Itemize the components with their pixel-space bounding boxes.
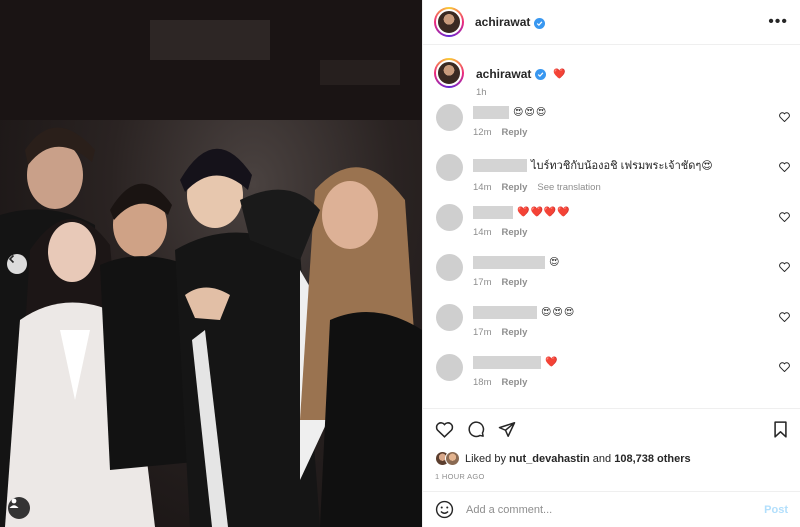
comment-like-heart-icon[interactable] [779,312,790,325]
commenter-avatar[interactable] [436,204,463,231]
redacted-username [473,158,527,172]
verified-badge-icon [535,68,547,80]
group-photo-image [0,0,422,527]
comment-like-heart-icon[interactable] [779,262,790,275]
post-details-panel: achirawat ••• achirawat ❤️ 1h 😍😍😍 12m Rep… [422,0,800,527]
bookmark-icon[interactable] [773,420,788,438]
reply-button[interactable]: Reply [501,327,527,338]
reply-button[interactable]: Reply [501,377,527,388]
comment-icon[interactable] [467,420,485,438]
previous-photo-button[interactable] [7,254,27,274]
author-avatar[interactable] [434,7,464,37]
comment-text: 😍 [549,257,561,268]
commenter-avatar[interactable] [436,354,463,381]
caption-username[interactable]: achirawat [476,67,531,81]
comment-row: 😍😍😍 17m Reply [423,300,800,350]
redacted-username [473,106,509,119]
liker-avatar [445,451,460,466]
emoji-icon[interactable] [435,500,454,519]
caption-time: 1h [476,87,487,98]
caption-body: achirawat ❤️ 1h [476,58,567,100]
comment-time: 14m [473,227,492,238]
comment-time: 17m [473,327,492,338]
action-icon-row [423,409,800,449]
comment-row: 😍😍😍 12m Reply [423,100,800,150]
commenter-avatar[interactable] [436,254,463,281]
liked-by-user[interactable]: nut_devahastin [509,453,590,465]
comment-text: ไบร์ทวชิกับน้องอชิ เฟรมพระเจ้าชัดๆ😍 [531,160,713,172]
comment-like-heart-icon[interactable] [779,162,790,175]
comment-time: 14m [473,182,492,193]
comment-time: 17m [473,277,492,288]
verified-badge-icon [534,18,546,29]
comment-text: ❤️ [545,357,559,368]
reply-button[interactable]: Reply [501,277,527,288]
comment-text: 😍😍😍 [513,107,548,118]
likes-summary: Liked by nut_devahastin and 108,738 othe… [423,451,800,466]
reply-button[interactable]: Reply [501,227,527,238]
comment-row: ❤️❤️❤️❤️ 14m Reply [423,200,800,250]
post-timestamp: 1 HOUR AGO [435,472,485,481]
commenter-avatar[interactable] [436,154,463,181]
tagged-users-button[interactable] [8,497,30,519]
post-actions: Liked by nut_devahastin and 108,738 othe… [423,408,800,500]
comment-row: ไบร์ทวชิกับน้องอชิ เฟรมพระเจ้าชัดๆ😍 14m R… [423,150,800,200]
comment-input[interactable] [466,503,765,516]
comment-text: 😍😍😍 [541,307,576,318]
comment-like-heart-icon[interactable] [779,212,790,225]
share-icon[interactable] [498,421,516,438]
post-comment-button[interactable]: Post [764,504,788,516]
comment-time: 12m [473,127,492,138]
comment-time: 18m [473,377,492,388]
redacted-username [473,256,545,269]
reply-button[interactable]: Reply [501,182,527,193]
comment-like-heart-icon[interactable] [779,112,790,125]
redacted-username [473,356,541,369]
add-comment-bar: Post [423,491,800,527]
comment-row: ❤️ 18m Reply [423,350,800,400]
post-caption: achirawat ❤️ 1h [423,46,800,100]
reply-button[interactable]: Reply [501,127,527,138]
redacted-username [473,306,537,319]
author-username[interactable]: achirawat [475,15,530,29]
caption-text: ❤️ [553,68,567,80]
author-name-group: achirawat [475,15,546,29]
likes-count[interactable]: 108,738 others [614,453,690,465]
more-options-icon[interactable]: ••• [768,14,788,30]
commenter-avatar[interactable] [436,304,463,331]
caption-avatar[interactable] [434,58,464,88]
commenter-avatar[interactable] [436,104,463,131]
comment-row: 😍 17m Reply [423,250,800,300]
see-translation-link[interactable]: See translation [537,182,600,193]
likes-prefix: Liked by [465,452,506,465]
post-photo[interactable] [0,0,422,527]
redacted-username [473,206,513,219]
comment-like-heart-icon[interactable] [779,362,790,375]
post-header: achirawat ••• [423,0,800,45]
comment-text: ❤️❤️❤️❤️ [517,207,571,218]
comments-list: achirawat ❤️ 1h 😍😍😍 12m Reply ไบร์ทวชิกับ… [423,46,800,408]
heart-icon[interactable] [435,421,454,438]
likes-and: and [592,452,612,465]
